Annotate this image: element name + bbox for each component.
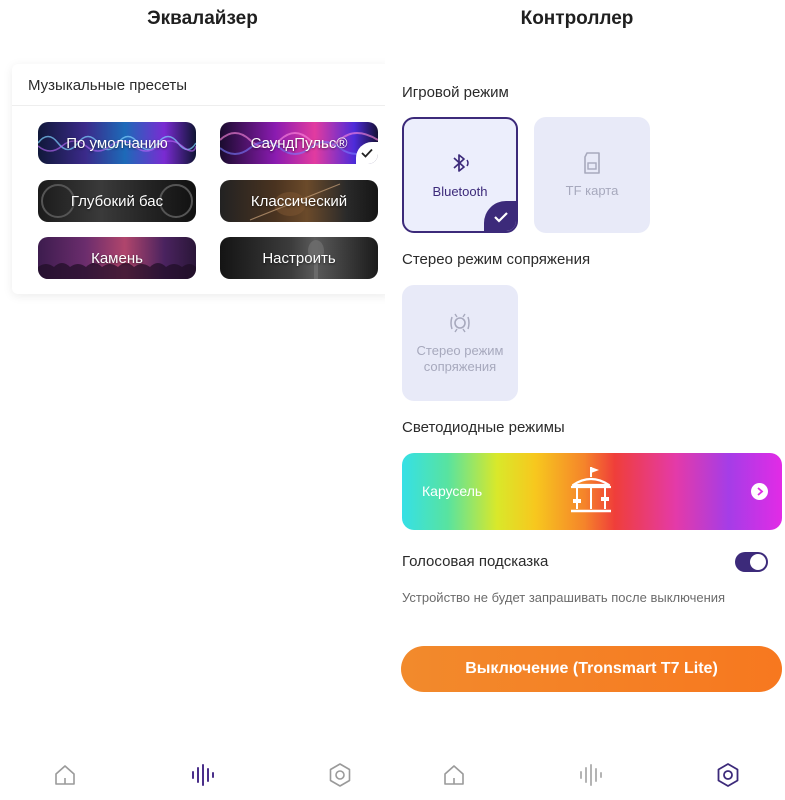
power-off-button[interactable]: Выключение (Tronsmart T7 Lite) — [401, 646, 782, 692]
preset-custom-button[interactable]: Настроить — [220, 237, 378, 279]
home-icon — [444, 765, 464, 785]
bluetooth-mode-tile[interactable]: Bluetooth — [402, 117, 518, 233]
equalizer-screen: Эквалайзер Музыкальные пресеты По умолча… — [0, 0, 385, 800]
voice-prompt-label: Голосовая подсказка — [402, 553, 549, 570]
nav-settings-button[interactable] — [320, 755, 360, 795]
page-title: Эквалайзер — [147, 8, 258, 29]
preset-label: Классический — [250, 192, 348, 210]
nav-equalizer-button[interactable] — [571, 755, 611, 795]
home-icon — [55, 765, 75, 785]
equalizer-icon — [192, 764, 214, 786]
preset-soundpulse-button[interactable]: СаундПульс® — [220, 122, 378, 164]
led-mode-name: Карусель — [422, 483, 483, 499]
preset-label: По умолчанию — [66, 134, 168, 152]
presets-title: Музыкальные пресеты — [28, 77, 188, 94]
toggle-knob — [750, 554, 766, 570]
check-icon — [484, 201, 516, 231]
preset-deep-bass-button[interactable]: Глубокий бас — [38, 180, 196, 222]
bottom-nav — [0, 755, 385, 795]
sd-card-icon — [584, 152, 600, 174]
preset-default-button[interactable]: По умолчанию — [38, 122, 196, 164]
led-mode-selector[interactable]: Карусель — [402, 453, 782, 530]
nav-settings-button[interactable] — [708, 755, 748, 795]
preset-label: Камень — [91, 249, 143, 267]
game-mode-label: Игровой режим — [402, 84, 509, 101]
settings-icon — [717, 763, 739, 787]
led-modes-label: Светодиодные режимы — [402, 419, 565, 436]
nav-equalizer-button[interactable] — [183, 755, 223, 795]
page-title: Контроллер — [520, 8, 634, 29]
stereo-pairing-tile[interactable]: Стерео режим сопряжения — [402, 285, 518, 401]
carousel-icon — [571, 467, 611, 513]
stereo-pairing-icon — [450, 313, 470, 333]
bottom-nav — [385, 755, 785, 795]
nav-home-button[interactable] — [45, 755, 85, 795]
voice-prompt-toggle[interactable] — [735, 552, 768, 572]
stereo-pairing-label: Стерео режим сопряжения — [402, 251, 591, 268]
tile-label: Стерео режим сопряжения — [416, 343, 504, 374]
voice-prompt-hint: Устройство не будет запрашивать после вы… — [402, 590, 726, 605]
divider — [12, 105, 385, 106]
chevron-right-icon — [751, 483, 768, 500]
tf-card-mode-tile[interactable]: TF карта — [534, 117, 650, 233]
music-presets-card: Музыкальные пресеты По умолчанию СаундПу… — [12, 64, 385, 294]
controller-screen: Контроллер Игровой режим Bluetooth TF ка… — [385, 0, 785, 800]
preset-label: Настроить — [262, 249, 336, 267]
preset-classical-button[interactable]: Классический — [220, 180, 378, 222]
preset-label: Глубокий бас — [70, 192, 164, 210]
preset-label: СаундПульс® — [250, 134, 348, 152]
tile-label: TF карта — [565, 183, 619, 198]
equalizer-icon — [580, 764, 602, 786]
preset-rock-button[interactable]: Камень — [38, 237, 196, 279]
nav-home-button[interactable] — [434, 755, 474, 795]
bluetooth-audio-icon — [453, 154, 469, 172]
tile-label: Bluetooth — [432, 184, 488, 199]
settings-icon — [329, 763, 351, 787]
